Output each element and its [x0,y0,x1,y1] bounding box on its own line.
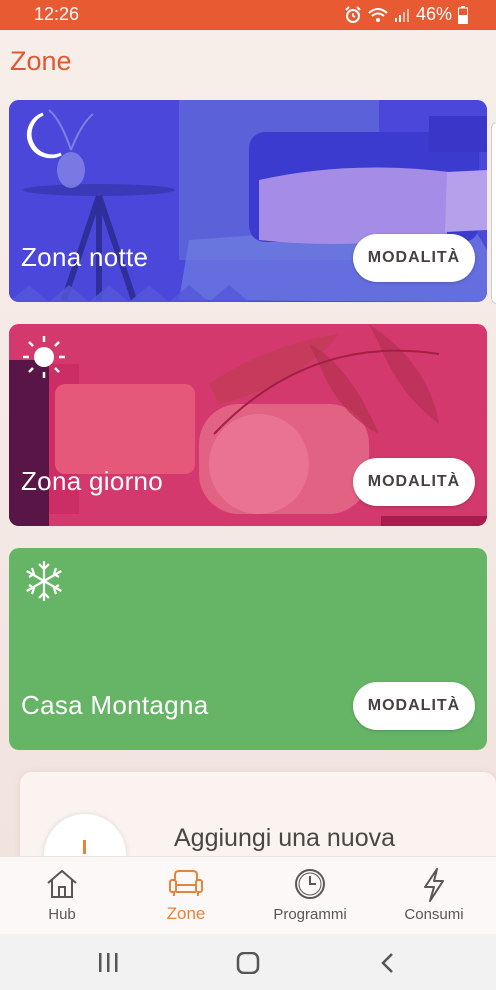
moon-icon [21,110,65,167]
tab-programmi[interactable]: Programmi [248,857,372,935]
tab-hub[interactable]: Hub [0,857,124,935]
back-icon[interactable] [378,952,398,979]
tab-consumi[interactable]: Consumi [372,857,496,935]
battery-icon [458,5,468,24]
system-nav-bar [0,934,496,990]
tab-zone[interactable]: Zone [124,857,248,935]
tab-label: Consumi [404,906,464,923]
tab-label: Zone [166,904,206,923]
zone-name: Casa Montagna [21,690,209,720]
sun-icon [21,334,67,385]
mode-button[interactable]: MODALITÀ [353,234,475,282]
side-scroll-hint [491,122,496,304]
sofa-icon [124,867,248,899]
battery-percent: 46% [415,4,452,24]
zone-card-notte[interactable]: Zona notte MODALITÀ [9,100,487,302]
home-icon[interactable] [236,951,260,979]
add-zone-icon [44,814,126,856]
zone-name: Zona notte [21,242,149,272]
clock-icon [248,867,372,901]
wifi-icon [368,7,388,23]
bottom-tab-bar: Hub Zone Programmi Consumi [0,856,496,935]
page-title: Zone [10,46,72,76]
lightning-icon [372,867,496,903]
add-zone-card[interactable]: Aggiungi una nuova [20,772,496,856]
zone-name: Zona giorno [21,466,164,496]
house-icon [0,867,124,901]
mode-button[interactable]: MODALITÀ [353,682,475,730]
status-time: 12:26 [34,4,80,24]
zones-screen: Zone Zona notte MODALITÀ Zona giorno MOD… [0,30,496,856]
status-bar: 12:26 46% [0,0,496,30]
zone-card-giorno[interactable]: Zona giorno MODALITÀ [9,324,487,526]
mode-button[interactable]: MODALITÀ [353,458,475,506]
add-zone-label: Aggiungi una nuova [174,824,396,852]
signal-icon [394,7,410,23]
zone-card-montagna[interactable]: Casa Montagna MODALITÀ [9,548,487,750]
recent-apps-icon[interactable] [97,952,121,979]
alarm-icon [344,5,362,24]
snowflake-icon [21,558,67,609]
tab-label: Programmi [273,906,347,923]
tab-label: Hub [48,906,76,923]
